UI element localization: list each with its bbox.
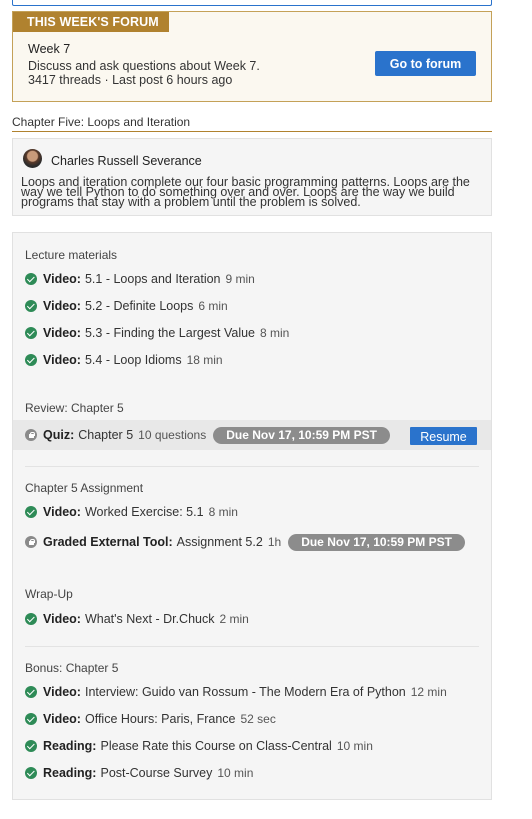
item-type: Quiz: [43, 428, 75, 442]
item-type: Video: [43, 505, 81, 519]
item-title[interactable]: Post-Course Survey [100, 766, 212, 780]
module-item[interactable]: Video: 5.4 - Loop Idioms 18 min [25, 351, 223, 369]
module-item[interactable]: Video: What's Next - Dr.Chuck 2 min [25, 610, 249, 628]
item-type: Reading: [43, 766, 97, 780]
previous-card-edge [12, 0, 492, 6]
forum-stats: 3417 threads · Last post 6 hours ago [28, 73, 233, 87]
section-title-bonus: Bonus: Chapter 5 [25, 661, 119, 675]
item-duration: 8 min [260, 326, 290, 340]
item-type: Video: [43, 685, 81, 699]
item-duration: 1h [267, 535, 282, 549]
chapter-divider [12, 131, 492, 132]
module-item[interactable]: Video: Worked Exercise: 5.1 8 min [25, 503, 238, 521]
item-type: Video: [43, 326, 81, 340]
item-title[interactable]: What's Next - Dr.Chuck [85, 612, 215, 626]
check-circle-icon [25, 713, 37, 725]
section-title-assignment: Chapter 5 Assignment [25, 481, 144, 495]
item-title[interactable]: 5.2 - Definite Loops [85, 299, 193, 313]
lock-icon [25, 536, 37, 548]
module-item[interactable]: Graded External Tool: Assignment 5.2 1h … [25, 533, 465, 551]
item-duration: 10 min [217, 766, 254, 780]
item-title[interactable]: Please Rate this Course on Class-Central [100, 739, 331, 753]
item-duration: 8 min [208, 505, 238, 519]
instructor-card: Charles Russell Severance Loops and iter… [12, 138, 492, 216]
item-type: Video: [43, 272, 81, 286]
due-date-badge: Due Nov 17, 10:59 PM PST [213, 426, 390, 444]
check-circle-icon [25, 354, 37, 366]
item-title[interactable]: 5.3 - Finding the Largest Value [85, 326, 255, 340]
module-item[interactable]: Video: 5.3 - Finding the Largest Value 8… [25, 324, 289, 342]
module-item[interactable]: Reading: Please Rate this Course on Clas… [25, 737, 373, 755]
section-title-review: Review: Chapter 5 [25, 401, 124, 415]
check-circle-icon [25, 740, 37, 752]
item-type: Video: [43, 353, 81, 367]
item-type: Video: [43, 612, 81, 626]
check-circle-icon [25, 327, 37, 339]
item-title[interactable]: Chapter 5 [78, 428, 133, 442]
forum-badge: THIS WEEK'S FORUM [13, 12, 169, 32]
check-circle-icon [25, 767, 37, 779]
check-circle-icon [25, 686, 37, 698]
item-title[interactable]: Worked Exercise: 5.1 [85, 505, 204, 519]
check-circle-icon [25, 613, 37, 625]
forum-week-title: Week 7 [28, 42, 71, 56]
item-type: Video: [43, 299, 81, 313]
section-divider [25, 646, 479, 647]
item-title[interactable]: 5.1 - Loops and Iteration [85, 272, 221, 286]
resume-button[interactable]: Resume [410, 427, 477, 445]
module-items-panel: Lecture materials Video: 5.1 - Loops and… [12, 232, 492, 800]
module-item[interactable]: Video: Interview: Guido van Rossum - The… [25, 683, 447, 701]
item-type: Graded External Tool: [43, 535, 173, 549]
item-duration: 10 min [336, 739, 373, 753]
module-item[interactable]: Video: 5.1 - Loops and Iteration 9 min [25, 270, 255, 288]
go-to-forum-button[interactable]: Go to forum [375, 51, 476, 76]
item-title[interactable]: Assignment 5.2 [177, 535, 263, 549]
item-duration: 52 sec [240, 712, 276, 726]
module-item[interactable]: Quiz: Chapter 5 10 questions Due Nov 17,… [25, 426, 390, 444]
check-circle-icon [25, 300, 37, 312]
module-item[interactable]: Video: Office Hours: Paris, France 52 se… [25, 710, 276, 728]
module-item[interactable]: Reading: Post-Course Survey 10 min [25, 764, 253, 782]
module-item[interactable]: Video: 5.2 - Definite Loops 6 min [25, 297, 228, 315]
item-title[interactable]: 5.4 - Loop Idioms [85, 353, 182, 367]
chapter-title: Chapter Five: Loops and Iteration [12, 115, 191, 129]
item-title[interactable]: Interview: Guido van Rossum - The Modern… [85, 685, 406, 699]
due-date-badge: Due Nov 17, 10:59 PM PST [288, 533, 465, 551]
weekly-forum-card: THIS WEEK'S FORUM Week 7 Discuss and ask… [12, 11, 492, 102]
item-title[interactable]: Office Hours: Paris, France [85, 712, 236, 726]
check-circle-icon [25, 273, 37, 285]
forum-description: Discuss and ask questions about Week 7. [28, 59, 260, 73]
instructor-name: Charles Russell Severance [51, 154, 202, 168]
section-divider [25, 466, 479, 467]
item-duration: 2 min [219, 612, 249, 626]
item-duration: 12 min [410, 685, 447, 699]
section-title-wrap-up: Wrap-Up [25, 587, 73, 601]
item-duration: 6 min [198, 299, 228, 313]
lock-icon [25, 429, 37, 441]
item-question-count: 10 questions [138, 428, 207, 442]
chapter-description: Loops and iteration complete our four ba… [21, 175, 470, 209]
item-type: Video: [43, 712, 81, 726]
check-circle-icon [25, 506, 37, 518]
item-type: Reading: [43, 739, 97, 753]
item-duration: 9 min [225, 272, 255, 286]
item-duration: 18 min [186, 353, 223, 367]
instructor-avatar [23, 149, 42, 168]
section-title-lecture-materials: Lecture materials [25, 248, 118, 262]
